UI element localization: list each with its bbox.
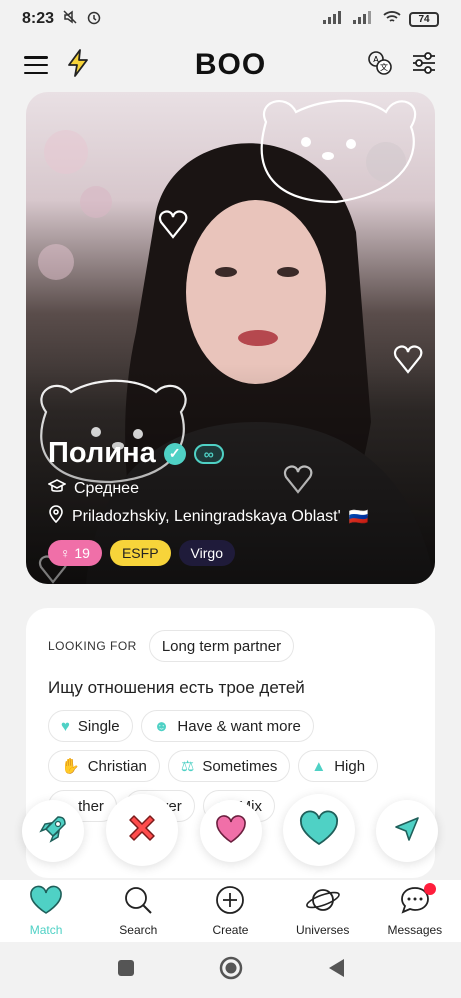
pill-education: ▲ High: [298, 750, 379, 782]
status-time: 8:23: [22, 10, 55, 27]
filter-icon[interactable]: [411, 51, 437, 80]
svg-text:A: A: [373, 55, 379, 64]
status-bar: 8:23 74: [0, 0, 461, 38]
nav-universes[interactable]: Universes: [278, 885, 368, 937]
country-flag: 🇷🇺: [348, 508, 369, 526]
action-bar: [0, 794, 461, 866]
pink-heart-icon: [215, 814, 247, 849]
pill-kids: ☻ Have & want more: [140, 710, 314, 742]
pill-label: Single: [77, 717, 120, 735]
recent-apps-icon[interactable]: [117, 959, 135, 982]
looking-for-pill: Long term partner: [148, 630, 295, 662]
menu-icon[interactable]: [24, 56, 48, 74]
svg-text:文: 文: [380, 62, 388, 72]
lightning-icon[interactable]: [66, 48, 90, 82]
graduation-cap-icon: [47, 478, 67, 499]
pill-label: Christian: [87, 757, 147, 775]
message-button[interactable]: [376, 800, 438, 862]
signal-icon: [323, 10, 345, 29]
nav-search-label: Search: [119, 923, 158, 937]
pill-label: Have & want more: [177, 717, 301, 735]
nav-universes-label: Universes: [295, 923, 350, 937]
notification-dot: [423, 883, 436, 895]
female-icon: ♀: [60, 545, 71, 561]
pill-exercise: ⚖ Sometimes: [167, 750, 291, 782]
rocket-icon: [38, 814, 68, 849]
nav-search[interactable]: Search: [93, 885, 183, 937]
bottom-nav: Match Search Create Universes Messages: [0, 880, 461, 942]
profile-education: Среднее: [74, 479, 139, 497]
profile-info: Полина ✓ ∞ Среднее Priladozhskiy, Lening…: [47, 437, 415, 566]
profile-bio: Ищу отношения есть трое детей: [48, 678, 305, 697]
translate-icon[interactable]: A文: [367, 50, 393, 81]
nav-create-label: Create: [212, 923, 249, 937]
pill-label: High: [334, 757, 366, 775]
infinity-badge-icon[interactable]: ∞: [193, 443, 224, 464]
teal-heart-icon: [299, 810, 339, 851]
app-logo: BOO: [194, 48, 267, 81]
home-icon[interactable]: [219, 956, 243, 985]
pill-relationship: ♥ Single: [48, 710, 133, 742]
pass-button[interactable]: [106, 794, 178, 866]
pill-label: Sometimes: [202, 757, 278, 775]
mbti-tag[interactable]: ESFP: [109, 540, 171, 566]
zodiac-tag[interactable]: Virgo: [178, 540, 235, 566]
heart-icon: ♥: [61, 717, 70, 735]
baby-icon: ☻: [153, 717, 170, 735]
nav-messages-label: Messages: [387, 923, 443, 937]
nav-messages[interactable]: Messages: [370, 883, 460, 937]
pill-religion: ✋ Christian: [48, 750, 160, 782]
close-icon: [124, 810, 160, 851]
nav-match[interactable]: Match: [1, 885, 91, 937]
graduation-icon: ▲: [311, 757, 327, 775]
age-tag: ♀ 19: [48, 540, 102, 566]
praying-hands-icon: ✋: [61, 758, 80, 775]
boost-button[interactable]: [22, 800, 84, 862]
profile-name: Полина: [48, 437, 156, 469]
like-button[interactable]: [283, 794, 355, 866]
planet-icon: [305, 885, 341, 920]
verified-icon: ✓: [163, 442, 186, 465]
alarm-icon: [86, 9, 102, 30]
nav-match-label: Match: [29, 923, 63, 937]
wifi-icon: [383, 10, 401, 29]
profile-photo-card[interactable]: Полина ✓ ∞ Среднее Priladozhskiy, Lening…: [26, 92, 435, 584]
age-value: 19: [74, 545, 90, 561]
looking-for-label: LOOKING FOR: [48, 639, 137, 653]
profile-location: Priladozhskiy, Leningradskaya Oblast': [72, 507, 341, 525]
nav-create[interactable]: Create: [185, 885, 275, 937]
battery-icon: 74: [409, 11, 439, 27]
send-icon: [393, 815, 421, 848]
signal-icon-2: [353, 10, 375, 29]
back-icon[interactable]: [327, 958, 345, 983]
dumbbell-icon: ⚖: [180, 758, 195, 775]
mute-icon: [62, 9, 78, 30]
app-header: BOO A文: [0, 38, 461, 92]
location-pin-icon: [48, 505, 64, 528]
heart-nav-icon: [29, 885, 63, 920]
system-nav: [0, 942, 461, 998]
love-button[interactable]: [200, 800, 262, 862]
search-icon: [122, 885, 154, 920]
plus-circle-icon: [214, 885, 246, 920]
